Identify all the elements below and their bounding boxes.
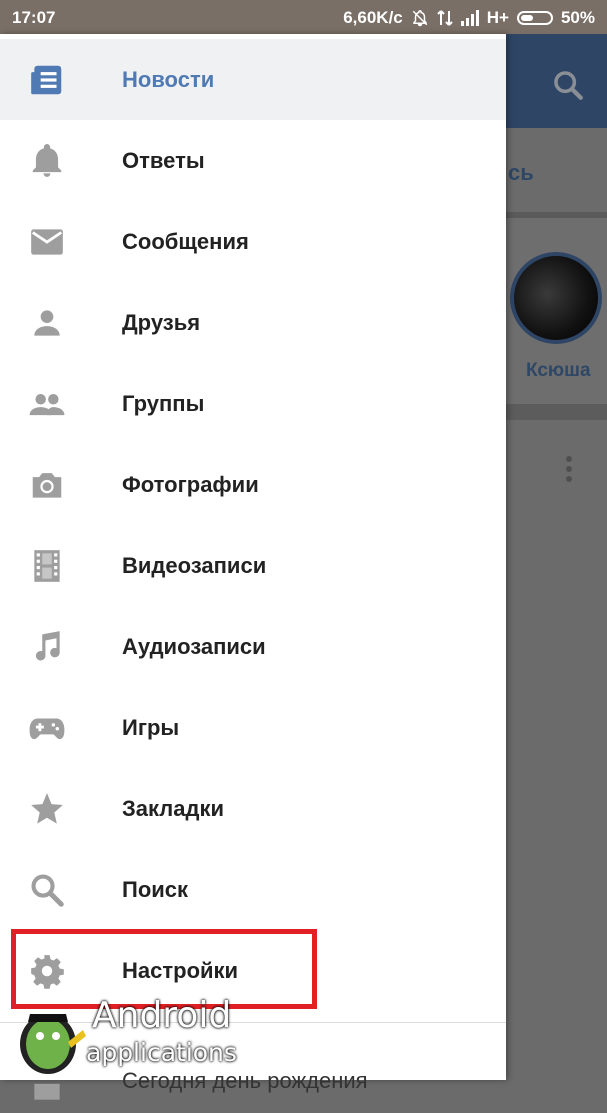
menu-item-label: Видеозаписи (122, 553, 267, 578)
menu-item-audio[interactable]: Аудиозаписи (0, 606, 506, 687)
mute-bell-icon (412, 10, 428, 27)
battery-icon (516, 11, 553, 25)
music-note-icon (35, 631, 60, 661)
story-name: Ксюша (526, 360, 591, 381)
menu-item-messages[interactable]: Сообщения (0, 201, 506, 282)
story-avatar[interactable] (510, 252, 602, 344)
menu-item-search[interactable]: Поиск (0, 849, 506, 930)
star-icon (31, 793, 63, 824)
gamepad-icon (29, 718, 65, 740)
network-speed: 6,60K/c (343, 8, 403, 27)
status-bar: 17:07 6,60K/c H+ 50% (0, 0, 607, 34)
menu-item-label: Друзья (122, 310, 201, 335)
menu-item-label: Фотографии (122, 472, 259, 497)
menu-item-label: Игры (122, 715, 180, 740)
menu-item-videos[interactable]: Видеозаписи (0, 525, 506, 606)
film-icon (34, 550, 60, 582)
more-vert-icon[interactable] (566, 456, 574, 486)
menu-item-label: Сообщения (122, 229, 249, 254)
menu-item-label: Ответы (122, 148, 205, 173)
tab-label[interactable]: сь (508, 160, 534, 186)
group-icon (29, 394, 65, 416)
news-icon (31, 65, 62, 95)
menu-item-label: Аудиозаписи (122, 634, 266, 659)
menu-item-label: Поиск (122, 877, 189, 902)
menu-item-news[interactable]: Новости (0, 39, 506, 120)
menu-item-label: Новости (122, 67, 215, 92)
data-transfer-icon (437, 10, 453, 26)
menu-item-photos[interactable]: Фотографии (0, 444, 506, 525)
navigation-drawer: Новости Ответы Сообщения Друзья Группы Ф… (0, 34, 506, 1100)
menu-item-games[interactable]: Игры (0, 687, 506, 768)
menu-item-groups[interactable]: Группы (0, 363, 506, 444)
signal-icon (460, 10, 479, 26)
search-icon[interactable] (551, 68, 585, 102)
network-type: H+ (486, 8, 509, 27)
person-icon (34, 310, 60, 336)
battery-percent: 50% (560, 8, 595, 27)
search-icon (31, 874, 64, 907)
status-time: 17:07 (12, 8, 56, 27)
menu-item-label: Группы (122, 391, 205, 416)
bell-icon (32, 144, 62, 177)
watermark-line1: Android (92, 995, 232, 1036)
mail-icon (31, 229, 63, 255)
menu-item-bookmarks[interactable]: Закладки (0, 768, 506, 849)
menu-item-answers[interactable]: Ответы (0, 120, 506, 201)
menu-item-label: Закладки (122, 796, 225, 821)
watermark-line2: applications (86, 1038, 237, 1067)
menu-item-friends[interactable]: Друзья (0, 282, 506, 363)
camera-icon (32, 473, 62, 498)
